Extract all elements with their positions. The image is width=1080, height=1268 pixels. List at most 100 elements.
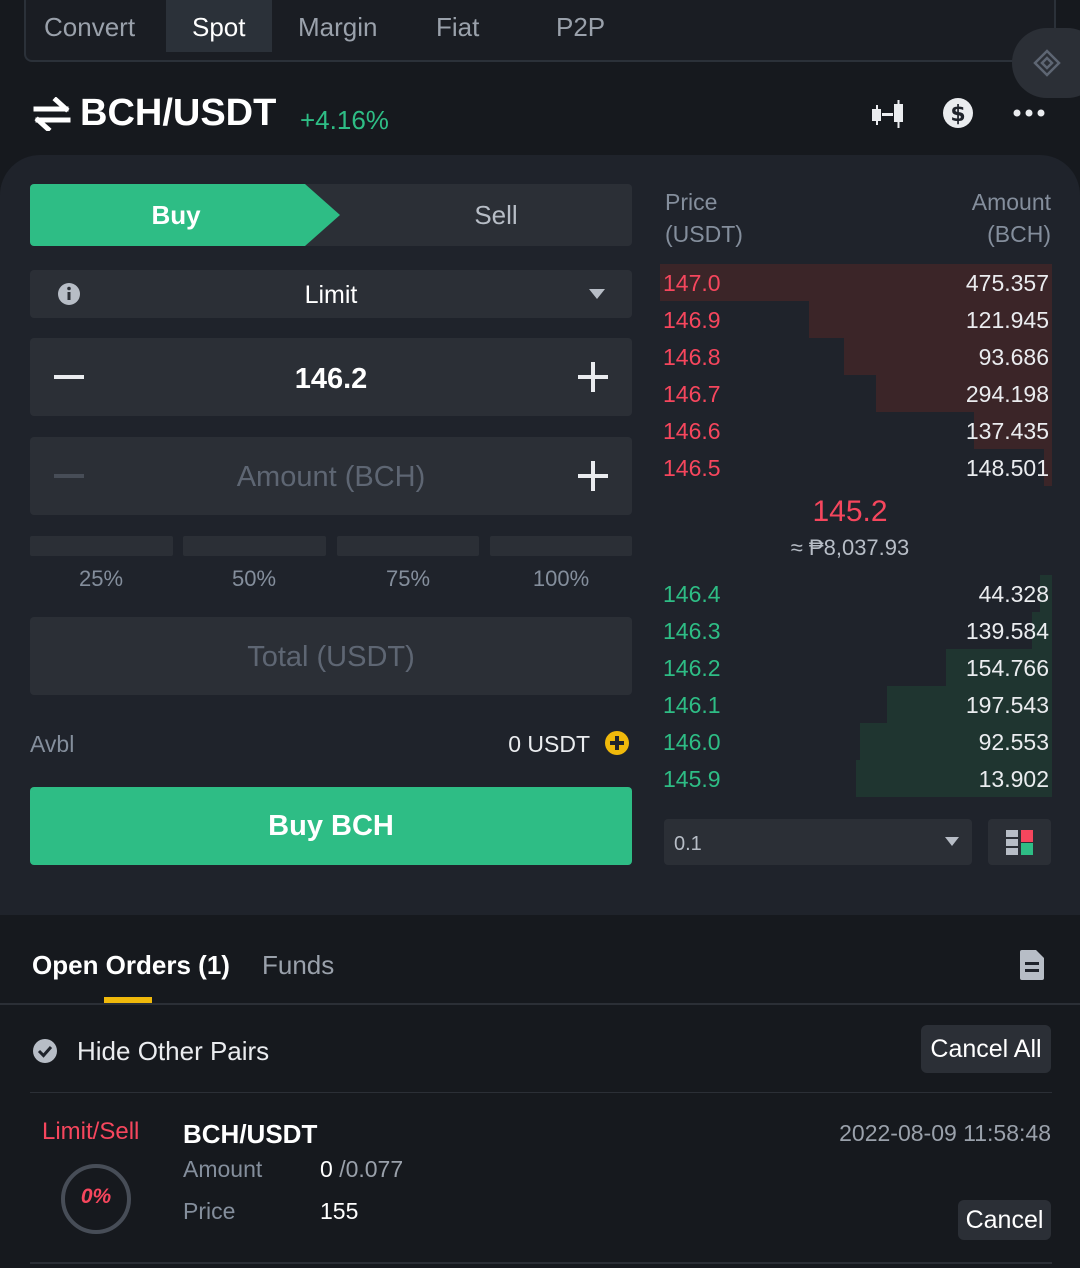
- last-price-fiat: ≈ ₱8,037.93: [790, 535, 910, 560]
- orderbook-layout-icon: [1006, 830, 1033, 855]
- swap-pair-icon[interactable]: [32, 97, 72, 131]
- ask-price: 146.5: [663, 455, 721, 481]
- hide-other-pairs-label[interactable]: Hide Other Pairs: [77, 1036, 269, 1067]
- order-amount-total: /0.077: [339, 1156, 404, 1182]
- buy-submit-button[interactable]: Buy BCH: [30, 787, 632, 865]
- sell-tab[interactable]: Sell: [360, 184, 632, 246]
- plus-icon[interactable]: [578, 362, 608, 392]
- top-tab-bar: Convert Spot Margin Fiat P2P: [24, 0, 1056, 62]
- order-amount-label: Amount: [183, 1156, 263, 1182]
- bid-row[interactable]: 146.3 139.584: [660, 612, 1052, 649]
- bid-amount: 139.584: [965, 618, 1049, 644]
- side-toggle: Buy Sell: [30, 184, 632, 246]
- tab-funds[interactable]: Funds: [262, 950, 334, 981]
- bid-price: 146.1: [663, 692, 721, 718]
- percent-label[interactable]: 75%: [337, 566, 479, 592]
- total-input[interactable]: Total (USDT): [30, 617, 632, 695]
- order-datetime: 2022-08-09 11:58:48: [839, 1120, 1051, 1146]
- amount-stepper[interactable]: Amount (BCH): [30, 437, 632, 515]
- order-pair[interactable]: BCH/USDT: [183, 1119, 317, 1150]
- ask-price: 146.6: [663, 418, 721, 444]
- precision-value: 0.1: [674, 833, 702, 855]
- order-amount-value: 0 /0.077: [320, 1156, 403, 1183]
- plus-icon[interactable]: [578, 461, 608, 491]
- ask-amount: 137.435: [965, 418, 1049, 444]
- svg-text:$: $: [950, 102, 965, 127]
- bid-row[interactable]: 146.1 197.543: [660, 686, 1052, 723]
- ask-row[interactable]: 146.6 137.435: [660, 412, 1052, 449]
- candlestick-chart-icon[interactable]: [870, 98, 906, 130]
- cancel-order-button[interactable]: Cancel: [958, 1200, 1051, 1240]
- bid-row[interactable]: 145.9 13.902: [660, 760, 1052, 797]
- bid-price: 146.4: [663, 581, 721, 607]
- percent-label[interactable]: 100%: [490, 566, 632, 592]
- pair-title[interactable]: BCH/USDT: [80, 92, 276, 135]
- checkbox-checked-icon[interactable]: [32, 1038, 58, 1064]
- tab-spot[interactable]: Spot: [166, 0, 272, 52]
- percent-50-bar[interactable]: [183, 536, 326, 556]
- ask-amount: 294.198: [965, 381, 1049, 407]
- dollar-coin-icon[interactable]: $: [942, 97, 974, 129]
- ask-row[interactable]: 146.9 121.945: [660, 301, 1052, 338]
- ask-row[interactable]: 146.5 148.501: [660, 449, 1052, 486]
- order-price-value: 155: [320, 1198, 359, 1224]
- tab-margin[interactable]: Margin: [298, 12, 377, 43]
- chevron-down-icon: [945, 837, 959, 846]
- bid-price: 146.0: [663, 729, 721, 755]
- tab-convert[interactable]: Convert: [44, 12, 135, 43]
- ask-row[interactable]: 147.0 475.357: [660, 264, 1052, 301]
- ask-row[interactable]: 146.8 93.686: [660, 338, 1052, 375]
- order-price-label: Price: [183, 1198, 236, 1224]
- tab-open-orders[interactable]: Open Orders (1): [32, 950, 230, 981]
- bid-row[interactable]: 146.2 154.766: [660, 649, 1052, 686]
- divider: [30, 1262, 1052, 1264]
- chevron-down-icon: [589, 289, 605, 299]
- cancel-all-button[interactable]: Cancel All: [921, 1025, 1051, 1073]
- price-header-unit: (USDT): [665, 221, 743, 247]
- percent-25-bar[interactable]: [30, 536, 173, 556]
- fill-progress-value: 0%: [80, 1185, 112, 1208]
- add-funds-icon[interactable]: [604, 730, 630, 756]
- ask-amount: 93.686: [978, 344, 1049, 370]
- percent-100-bar[interactable]: [490, 536, 632, 556]
- bid-amount: 13.902: [978, 766, 1049, 792]
- bid-price: 146.2: [663, 655, 721, 681]
- bid-row[interactable]: 146.4 44.328: [660, 575, 1052, 612]
- divider: [30, 1092, 1052, 1093]
- order-amount-filled: 0: [320, 1156, 333, 1182]
- precision-select[interactable]: 0.1: [664, 819, 972, 865]
- order-type-value: Limit: [304, 281, 358, 309]
- floating-assistant-button[interactable]: [1012, 28, 1080, 98]
- price-header-label: Price: [665, 189, 718, 215]
- bid-row[interactable]: 146.0 92.553: [660, 723, 1052, 760]
- percent-75-bar[interactable]: [337, 536, 479, 556]
- divider: [0, 1003, 1080, 1005]
- orderbook-layout-toggle[interactable]: [988, 819, 1051, 865]
- ask-price: 146.7: [663, 381, 721, 407]
- buy-tab[interactable]: Buy: [30, 184, 340, 246]
- total-placeholder: Total (USDT): [247, 641, 415, 673]
- price-change-badge: +4.16%: [300, 105, 389, 135]
- tab-fiat[interactable]: Fiat: [436, 12, 479, 43]
- more-options-icon[interactable]: [1013, 108, 1045, 118]
- ask-amount: 121.945: [965, 307, 1049, 333]
- available-balance: 0 USDT: [508, 731, 590, 757]
- order-history-icon[interactable]: [1020, 950, 1044, 980]
- order-type-select[interactable]: Limit: [30, 270, 632, 318]
- percent-label[interactable]: 25%: [30, 566, 172, 592]
- bid-price: 146.3: [663, 618, 721, 644]
- ask-price: 147.0: [663, 270, 721, 296]
- bid-amount: 197.543: [965, 692, 1049, 718]
- bid-amount: 154.766: [965, 655, 1049, 681]
- ask-row[interactable]: 146.7 294.198: [660, 375, 1052, 412]
- amount-input[interactable]: Amount (BCH): [30, 461, 632, 494]
- price-value[interactable]: 146.2: [30, 363, 632, 396]
- ask-price: 146.8: [663, 344, 721, 370]
- last-price[interactable]: 145.2: [660, 495, 1040, 529]
- bid-amount: 44.328: [978, 581, 1049, 607]
- tab-p2p[interactable]: P2P: [556, 12, 605, 43]
- price-stepper[interactable]: 146.2: [30, 338, 632, 416]
- percent-label[interactable]: 50%: [183, 566, 325, 592]
- orderbook-amount-header: Amount (BCH): [900, 186, 1051, 250]
- orderbook-price-header: Price (USDT): [665, 186, 743, 250]
